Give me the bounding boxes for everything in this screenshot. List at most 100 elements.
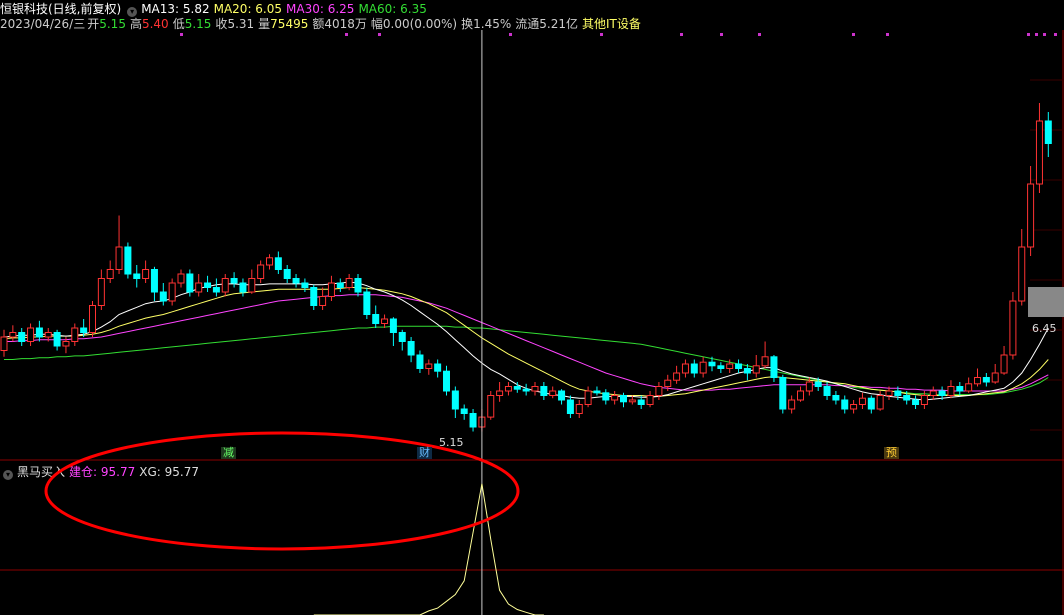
top-dot-marker — [1035, 33, 1038, 36]
candle-body — [920, 395, 928, 405]
candle-body — [35, 327, 43, 338]
candle-body — [266, 257, 273, 266]
candle-body — [602, 392, 610, 401]
candle-body — [301, 282, 309, 288]
candle-body — [80, 327, 88, 333]
candle-body — [124, 246, 132, 275]
candle-body — [381, 318, 389, 324]
candle-body — [62, 341, 70, 347]
candle-body — [956, 386, 964, 392]
candlestick-chart[interactable] — [0, 0, 1064, 615]
candle-body — [717, 365, 725, 369]
candle-body — [451, 390, 459, 410]
candle-body — [363, 291, 371, 315]
candle-body — [894, 390, 902, 396]
candle-body — [212, 287, 220, 293]
candle-body — [584, 390, 592, 405]
low-price-label: 5.15 — [439, 436, 464, 449]
ma20-line — [3, 287, 1049, 397]
candle-body — [938, 390, 946, 396]
candle-body — [1035, 120, 1043, 185]
candle-body — [566, 399, 574, 414]
candle-body — [1018, 246, 1026, 302]
candle-body — [336, 282, 344, 288]
current-price-box — [1028, 287, 1064, 317]
candle-body — [44, 332, 52, 338]
candle-body — [389, 318, 397, 333]
candle-body — [1000, 354, 1008, 374]
marker-yu: 预 — [884, 446, 899, 459]
annotation-ellipse — [44, 431, 520, 551]
marker-jian: 减 — [221, 446, 236, 459]
candle-body — [549, 390, 557, 396]
candle-body — [690, 363, 698, 374]
candle-body — [867, 397, 875, 410]
candle-body — [248, 278, 256, 293]
candle-body — [823, 386, 831, 396]
top-dot-marker — [852, 33, 855, 36]
top-dot-marker — [720, 33, 723, 36]
candle-body — [770, 356, 778, 378]
candle-body — [761, 356, 769, 367]
marker-cai: 财 — [417, 446, 432, 459]
top-dot-marker — [680, 33, 683, 36]
candle-body — [106, 269, 114, 279]
candle-body — [9, 332, 17, 338]
candle-body — [558, 390, 566, 401]
candle-body — [27, 327, 35, 342]
candle-body — [186, 273, 194, 293]
candle-body — [398, 332, 406, 342]
top-dot-marker — [600, 33, 603, 36]
candle-body — [89, 305, 96, 333]
candle-body — [575, 404, 583, 414]
candle-body — [832, 395, 840, 401]
candle-body — [487, 395, 495, 418]
candle-body — [531, 386, 539, 392]
candle-body — [743, 368, 751, 374]
candle-body — [469, 413, 477, 428]
candle-body — [593, 390, 601, 394]
candle-body — [319, 296, 327, 306]
candle-body — [283, 269, 291, 279]
candle-body — [1044, 120, 1052, 144]
candle-body — [257, 264, 265, 279]
candle-body — [974, 377, 981, 385]
candle-body — [443, 370, 450, 392]
candle-body — [673, 372, 681, 381]
top-dot-marker — [1043, 33, 1046, 36]
candle-body — [858, 397, 866, 406]
candle-body — [628, 399, 636, 403]
candle-body — [788, 399, 796, 410]
candle-body — [841, 399, 849, 410]
candle-body — [142, 269, 150, 279]
candle-body — [991, 372, 999, 383]
candle-body — [982, 377, 990, 383]
candle-body — [779, 377, 787, 410]
candle-body — [708, 361, 716, 367]
candle-body — [53, 332, 61, 347]
candle-body — [805, 381, 813, 392]
candle-body — [460, 408, 468, 414]
candle-body — [965, 383, 973, 392]
candle-body — [681, 363, 689, 374]
candle-body — [345, 278, 353, 288]
candle-body — [177, 273, 185, 284]
candle-body — [912, 399, 920, 405]
candle-body — [221, 278, 229, 293]
top-dot-marker — [886, 33, 889, 36]
candle-body — [620, 395, 627, 403]
candle-body — [115, 246, 123, 270]
candle-body — [327, 282, 335, 297]
candle-body — [646, 395, 654, 405]
ma30-line — [4, 294, 1049, 392]
candle-body — [1009, 300, 1017, 356]
candle-body — [814, 381, 822, 387]
candle-body — [929, 390, 937, 396]
candle-body — [850, 404, 858, 410]
candle-body — [159, 291, 167, 302]
candle-body — [310, 287, 318, 306]
candle-body — [354, 278, 362, 293]
candle-body — [752, 365, 760, 374]
candle-body — [735, 363, 743, 369]
top-dot-marker — [180, 33, 183, 36]
